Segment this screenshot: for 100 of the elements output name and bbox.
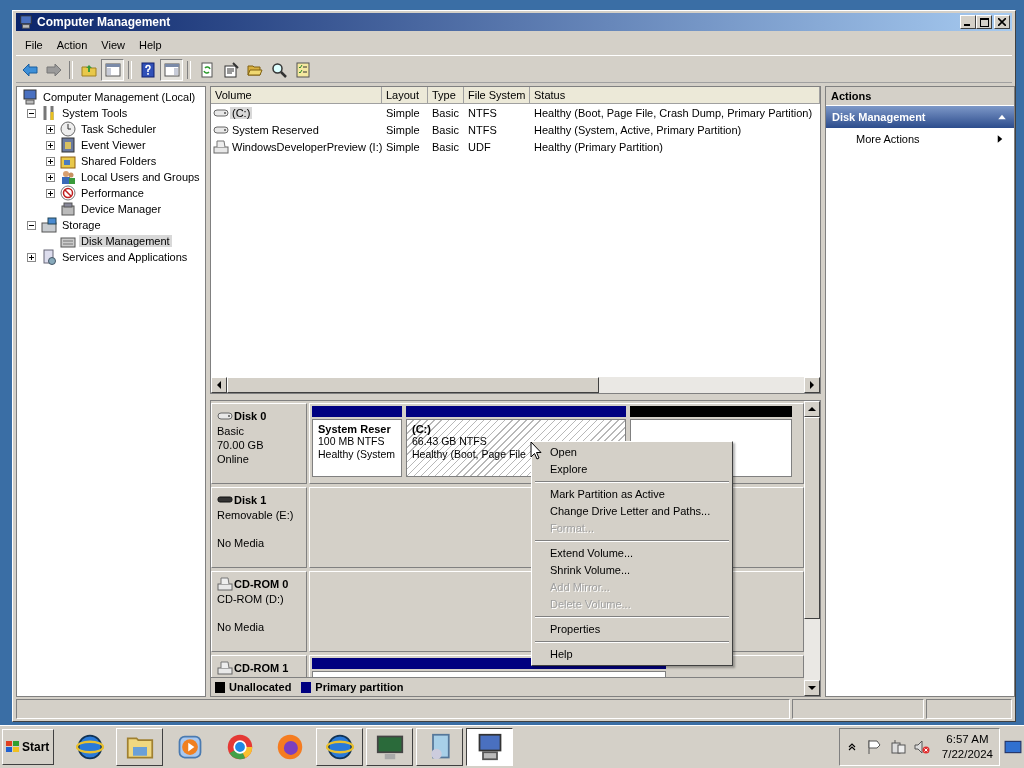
start-button[interactable]: Start [2, 729, 54, 765]
disk-status: No Media [217, 536, 266, 550]
close-icon [998, 18, 1006, 26]
tree-item[interactable]: Shared Folders [79, 155, 159, 167]
table-cell: Basic [432, 106, 459, 119]
action-item[interactable]: More Actions [826, 128, 1014, 150]
menu-item[interactable]: Extend Volume... [534, 545, 730, 562]
table-cell: NTFS [468, 123, 497, 136]
close-button[interactable] [994, 15, 1010, 29]
column-header[interactable]: Layout [382, 87, 428, 103]
minimize-button[interactable] [960, 15, 976, 29]
table-cell: Basic [432, 123, 459, 136]
disk-detail: 70.00 GB [217, 438, 265, 452]
taskbar-button[interactable] [466, 728, 513, 766]
clock-icon [60, 121, 76, 137]
storage-icon [41, 217, 57, 233]
menu-item[interactable]: Help [131, 39, 169, 51]
scroll-left-icon[interactable] [216, 381, 222, 389]
clock-time[interactable]: 6:57 AM [946, 732, 989, 747]
tree-item[interactable]: Storage [60, 219, 103, 231]
device-icon [60, 201, 76, 217]
menu-item[interactable]: Shrink Volume... [534, 562, 730, 579]
expand-icon[interactable] [45, 156, 55, 166]
partition-detail: Healthy (Boot, Page File [412, 448, 526, 461]
table-cell: Healthy (Primary Partition) [534, 140, 663, 153]
horizontal-scrollbar[interactable] [211, 377, 820, 393]
windows-flag-icon [5, 739, 21, 755]
column-header[interactable]: File System [464, 87, 530, 103]
disk-status: Online [217, 452, 250, 466]
expand-icon[interactable] [26, 252, 36, 262]
cdrom-icon [213, 138, 229, 155]
tree-item[interactable]: Performance [79, 187, 146, 199]
monitor-icon [375, 733, 404, 761]
collapse-icon[interactable] [26, 108, 36, 118]
tree-item[interactable]: Local Users and Groups [79, 171, 202, 183]
refresh-icon [198, 62, 215, 78]
cdrom-icon [217, 576, 233, 592]
expand-icon[interactable] [45, 124, 55, 134]
disk-name: Disk 1 [234, 494, 267, 506]
maximize-button[interactable] [976, 15, 992, 29]
tree-item[interactable]: Computer Management (Local) [41, 91, 198, 103]
swirl-circle-icon [275, 733, 304, 761]
clock-date[interactable]: 7/22/2024 [941, 747, 993, 762]
open-folder-icon [246, 62, 263, 78]
share-icon [60, 153, 76, 169]
tools-icon [41, 105, 57, 121]
tree-pane-icon [104, 62, 121, 78]
forward-arrow-icon [45, 62, 62, 78]
tree-item[interactable]: Device Manager [79, 203, 164, 215]
action-pane-icon [163, 62, 180, 78]
expand-icon[interactable] [45, 188, 55, 198]
tree-item[interactable]: Disk Management [79, 235, 172, 247]
menu-item[interactable]: Mark Partition as Active [534, 486, 730, 503]
menu-item[interactable]: Action [49, 39, 95, 51]
disk-detail: Removable (E:) [217, 508, 295, 522]
disk-info-panel[interactable]: Disk 1 Removable (E:) No Media [211, 487, 307, 568]
collapse-icon[interactable] [26, 220, 36, 230]
table-cell: Simple [386, 123, 420, 136]
table-cell[interactable]: WindowsDeveloperPreview (I:) [230, 140, 385, 153]
tricolor-circle-icon [225, 733, 254, 761]
scroll-down-icon[interactable] [808, 685, 816, 691]
users-icon [60, 169, 76, 185]
tree-item[interactable]: Task Scheduler [79, 123, 159, 135]
action-section-header[interactable]: Disk Management [826, 106, 1014, 128]
disk-name: Disk 0 [234, 410, 267, 422]
menu-item[interactable]: File [18, 39, 50, 51]
tree-item[interactable]: System Tools [60, 107, 130, 119]
actions-header: Actions [826, 87, 1014, 106]
table-cell: Healthy (Boot, Page File, Crash Dump, Primary Partition) [534, 106, 813, 119]
table-cell: Simple [386, 106, 420, 119]
scroll-up-icon[interactable] [808, 406, 816, 412]
expand-icon[interactable] [45, 172, 55, 182]
gauge-icon [60, 185, 76, 201]
cdrom-icon [217, 660, 233, 676]
table-cell: NTFS [468, 106, 497, 119]
column-header[interactable]: Status [530, 87, 820, 103]
menu-item[interactable]: View [94, 39, 132, 51]
table-cell: UDF [468, 140, 491, 153]
disk-detail: CD-ROM (D:) [217, 592, 285, 606]
table-cell[interactable]: (C:) [230, 106, 253, 119]
expand-icon[interactable] [45, 140, 55, 150]
menu-item[interactable]: Help [534, 646, 730, 663]
disk-info-panel[interactable]: CD-ROM 0 CD-ROM (D:) No Media [211, 571, 307, 652]
legend-label: Primary partition [315, 681, 404, 694]
disk-info-panel[interactable]: Disk 0 Basic 70.00 GB Online [211, 403, 307, 484]
tree-item[interactable]: Event Viewer [79, 139, 148, 151]
column-header[interactable]: Volume [211, 87, 382, 103]
menu-item[interactable]: Change Drive Letter and Paths... [534, 503, 730, 520]
globe-icon [75, 733, 104, 761]
column-header[interactable]: Type [428, 87, 464, 103]
speaker-muted-icon [913, 739, 930, 755]
vertical-scrollbar[interactable] [804, 401, 820, 696]
scroll-right-icon[interactable] [809, 381, 815, 389]
table-cell: Healthy (System, Active, Primary Partition) [534, 123, 742, 136]
disk-name: CD-ROM 0 [234, 578, 289, 590]
table-cell[interactable]: System Reserved [230, 123, 321, 136]
tree-item[interactable]: Services and Applications [60, 251, 190, 263]
table-cell: Simple [386, 140, 420, 153]
checklist-icon [294, 62, 311, 78]
menu-item[interactable]: Properties [534, 621, 730, 638]
